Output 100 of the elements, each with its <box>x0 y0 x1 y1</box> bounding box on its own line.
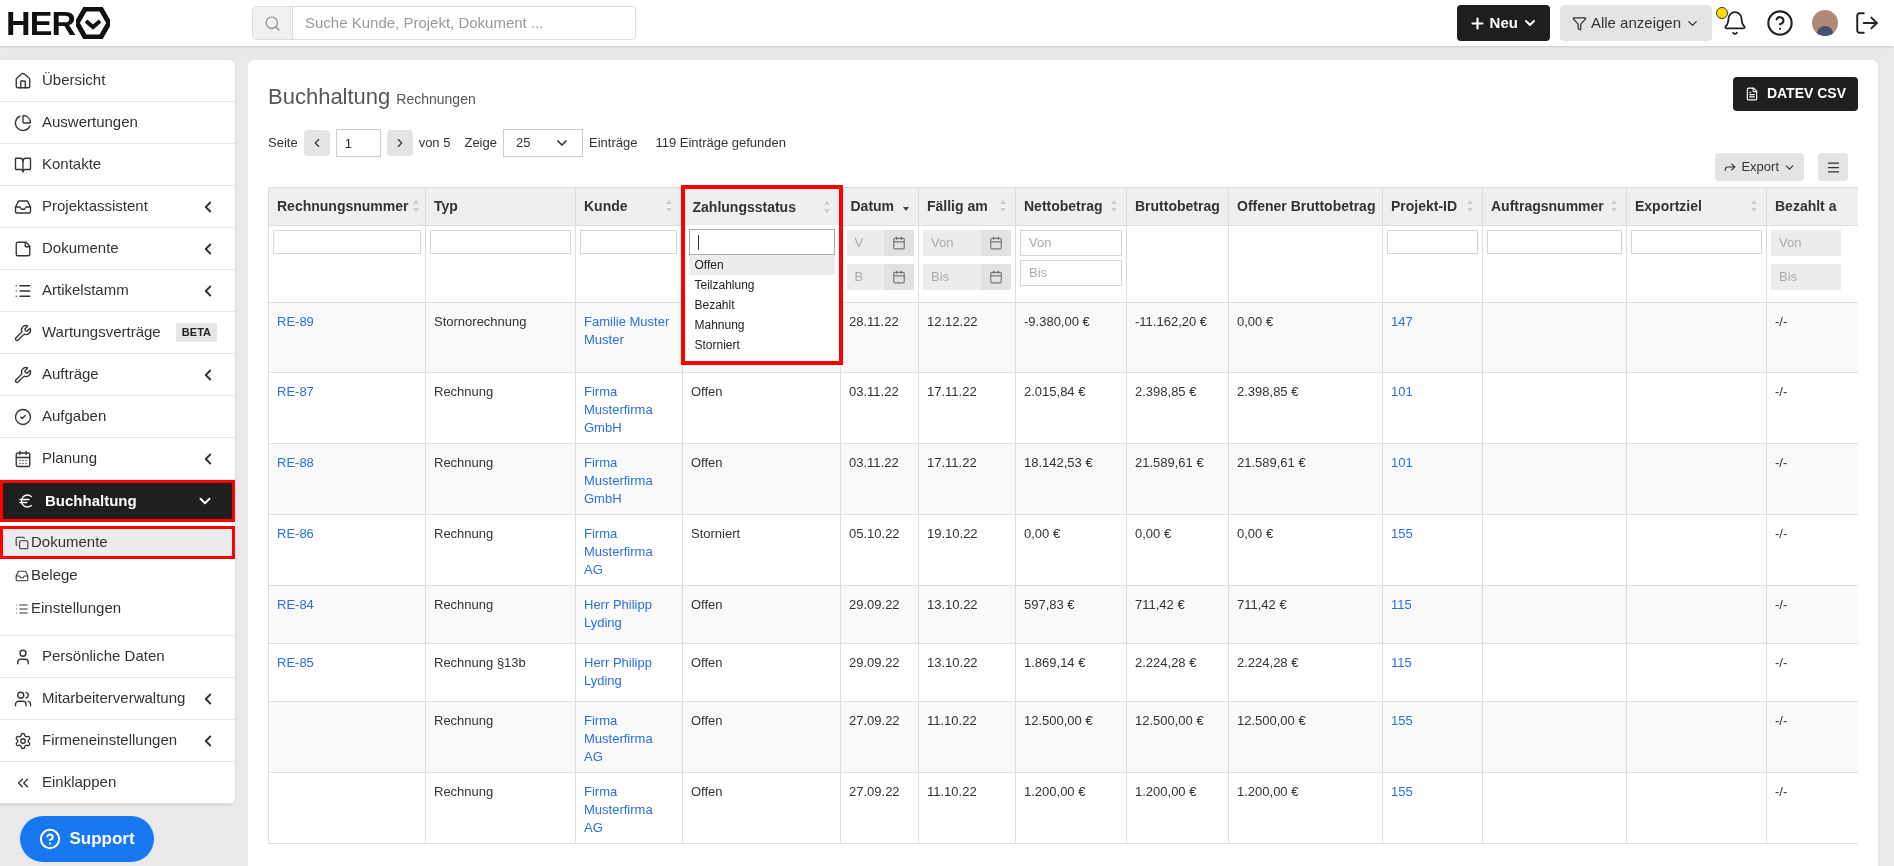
filter-field[interactable] <box>1387 229 1478 254</box>
sort-icon[interactable] <box>1110 199 1118 213</box>
sidebar-item[interactable]: Kontakte <box>0 144 235 186</box>
table-cell: -9.380,00 € <box>1024 313 1090 329</box>
date-filter-field[interactable]: V <box>846 229 884 256</box>
tray-icon <box>15 568 29 583</box>
date-filter-field[interactable]: Von <box>1771 229 1841 256</box>
tray-icon <box>14 197 32 216</box>
sidebar-item[interactable]: Persönliche Daten <box>0 636 235 678</box>
calendar-button[interactable] <box>884 263 914 290</box>
menu-button[interactable] <box>1818 153 1848 181</box>
sidebar-item[interactable]: Buchhaltung <box>0 480 235 522</box>
search-field[interactable]: Suche Kunde, Projekt, Dokument ... <box>252 6 636 40</box>
date-filter-field[interactable]: Von <box>923 229 981 256</box>
sort-icon[interactable] <box>1750 199 1758 213</box>
calendar-button[interactable] <box>981 229 1011 256</box>
filter-button[interactable]: Alle anzeigen <box>1559 5 1712 41</box>
filter-field[interactable] <box>273 229 421 254</box>
sidebar-item[interactable]: Projektassistent <box>0 186 235 228</box>
filter-field[interactable] <box>430 229 571 254</box>
sort-icon[interactable] <box>999 199 1007 213</box>
sidebar-item[interactable]: Dokumente <box>0 228 235 270</box>
column-header[interactable]: Typ <box>434 195 458 217</box>
filter-field[interactable] <box>580 229 677 254</box>
filter-field[interactable] <box>1487 229 1622 254</box>
calendar-button[interactable] <box>884 229 914 256</box>
sidebar-item[interactable]: Firmeneinstellungen <box>0 720 235 762</box>
table-cell: 12.12.22 <box>927 313 978 329</box>
dropdown-search-field[interactable] <box>688 229 835 255</box>
table-cell: 711,42 € <box>1135 596 1185 612</box>
notification-bell-icon[interactable] <box>1722 10 1748 36</box>
range-filter-field[interactable]: Bis <box>1020 259 1122 286</box>
table-cell: 12.500,00 € <box>1237 712 1306 728</box>
table-cell: 1.200,00 € <box>1024 783 1086 799</box>
dropdown-option[interactable]: Offen <box>688 255 835 275</box>
help-icon[interactable] <box>1766 9 1794 37</box>
table-cell: 597,83 € <box>1024 596 1075 612</box>
sidebar-subitem[interactable]: Dokumente <box>0 526 235 559</box>
previous-page-button[interactable] <box>303 130 330 156</box>
search-input[interactable]: Suche Kunde, Projekt, Dokument ... <box>293 7 635 39</box>
document-icon <box>1744 86 1759 101</box>
dropdown-option[interactable]: Storniert <box>688 335 835 355</box>
wrench-icon <box>14 365 32 384</box>
sort-icon[interactable] <box>1466 199 1474 213</box>
note-icon <box>14 239 32 258</box>
help-icon <box>39 828 62 850</box>
sort-descending-icon[interactable] <box>902 206 910 212</box>
sort-icon[interactable] <box>664 199 673 213</box>
table-cell: Offen <box>691 712 723 728</box>
date-filter-field[interactable]: Bis <box>923 263 981 290</box>
dropdown-option[interactable]: Bezahlt <box>688 295 835 315</box>
users-icon <box>14 689 32 708</box>
logout-icon[interactable] <box>1854 10 1880 36</box>
table-cell: Offen <box>691 454 723 470</box>
next-page-button[interactable] <box>386 130 413 156</box>
table-cell: -/- <box>1775 383 1788 399</box>
avatar[interactable] <box>1812 10 1838 36</box>
table-cell: Rechnung §13b <box>434 654 526 670</box>
date-filter-field[interactable]: B <box>846 263 884 290</box>
pie-chart-icon <box>14 113 32 132</box>
datev-csv-button[interactable]: DATEV CSV <box>1732 76 1858 111</box>
plus-icon <box>1468 14 1486 32</box>
table-cell: 13.10.22 <box>927 654 978 670</box>
sidebar-item[interactable]: Übersicht <box>0 60 235 102</box>
calendar-button[interactable] <box>981 263 1011 290</box>
sort-icon[interactable] <box>412 199 421 213</box>
sidebar-item[interactable]: Einklappen <box>0 762 235 804</box>
sort-icon[interactable] <box>1610 199 1618 213</box>
table-cell: Rechnung <box>434 712 494 728</box>
calendar-icon <box>989 235 1003 250</box>
dropdown-option[interactable]: Mahnung <box>688 315 835 335</box>
sidebar-item[interactable]: Artikelstamm <box>0 270 235 312</box>
page-size-select[interactable]: 25 <box>503 129 583 157</box>
dropdown-option[interactable]: Teilzahlung <box>688 275 835 295</box>
wrench-icon <box>14 323 32 342</box>
table-cell: 11.10.22 <box>927 783 977 799</box>
sidebar-item[interactable]: Aufgaben <box>0 396 235 438</box>
sidebar-item[interactable]: Aufträge <box>0 354 235 396</box>
date-filter-field[interactable]: Bis <box>1771 263 1841 290</box>
table-cell: 2.398,85 € <box>1237 383 1299 399</box>
share-arrow-icon <box>1723 160 1738 174</box>
sidebar-subitem[interactable]: Einstellungen <box>0 592 235 625</box>
sidebar-item[interactable]: Wartungsverträge BETA <box>0 312 235 354</box>
new-button[interactable]: Neu <box>1456 5 1550 41</box>
sidebar-item[interactable]: Auswertungen <box>0 102 235 144</box>
support-button[interactable]: Support <box>20 816 154 862</box>
page-field[interactable]: 1 <box>335 129 381 157</box>
table-cell: Offen <box>691 654 723 670</box>
sort-icon[interactable] <box>822 200 831 214</box>
calendar-icon <box>989 269 1003 284</box>
range-filter-field[interactable]: Von <box>1020 229 1122 256</box>
filter-field[interactable] <box>1631 229 1762 254</box>
table-cell: 03.11.22 <box>849 454 899 470</box>
table-cell: 0,00 € <box>1135 525 1172 541</box>
export-button[interactable]: Export <box>1715 153 1804 181</box>
table-cell: 2.398,85 € <box>1135 383 1197 399</box>
sidebar-item[interactable]: Mitarbeiterverwaltung <box>0 678 235 720</box>
sidebar-subitem[interactable]: Belege <box>0 559 235 592</box>
logo[interactable]: HER <box>6 6 76 40</box>
table-cell: 0,00 € <box>1237 313 1274 329</box>
